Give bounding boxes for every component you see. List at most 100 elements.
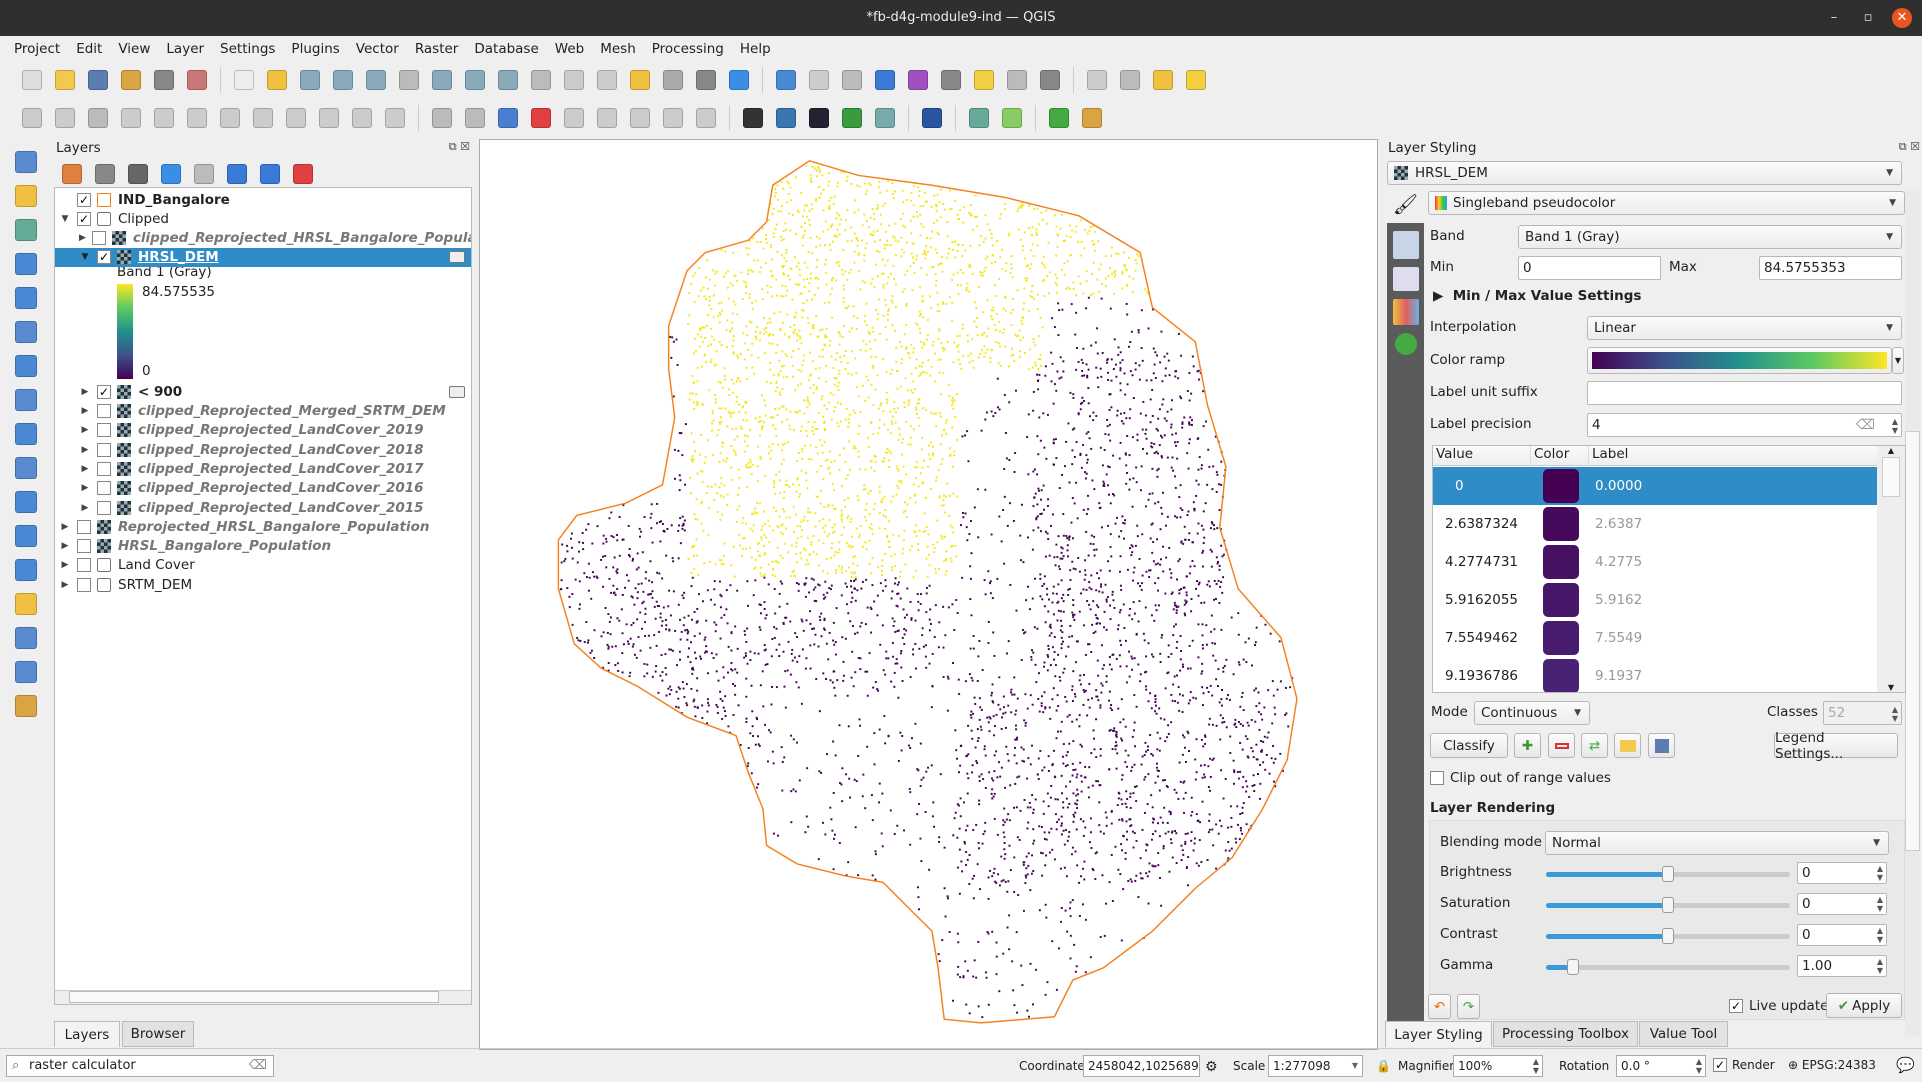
reverse-button[interactable]: ⇄	[1581, 733, 1608, 758]
new-gpkg-button[interactable]	[12, 488, 40, 516]
save-edits-button[interactable]	[84, 104, 112, 132]
qms-button[interactable]	[965, 104, 993, 132]
class-label[interactable]: 4.2775	[1595, 554, 1642, 570]
attribute-table-button[interactable]	[805, 66, 833, 94]
select-location-button[interactable]	[1182, 66, 1210, 94]
layer-row[interactable]: ▶ clipped_Reprojected_HRSL_Bangalore_Popu…	[55, 229, 471, 248]
vertex-tool-button[interactable]	[150, 104, 178, 132]
menu-raster[interactable]: Raster	[407, 41, 467, 57]
new-print-layout-button[interactable]	[117, 66, 145, 94]
layer-row[interactable]: ▶ Land Cover	[55, 556, 471, 575]
layer-visibility-checkbox[interactable]	[97, 404, 111, 418]
table-row[interactable]: 5.9162055 5.9162	[1433, 581, 1877, 619]
table-row[interactable]: 9.1936786 9.1937	[1433, 657, 1877, 692]
slider-handle[interactable]	[1662, 897, 1674, 913]
rotation-spinbox[interactable]: 0.0 ° ▲ ▼	[1616, 1055, 1706, 1077]
menu-help[interactable]: Help	[732, 41, 779, 57]
layer-visibility-checkbox[interactable]	[97, 481, 111, 496]
expand-arrow-icon[interactable]: ▶	[79, 387, 91, 397]
magnifier-spinbox[interactable]: 100% ▲ ▼	[1453, 1055, 1543, 1077]
tab-processing-toolbox[interactable]: Processing Toolbox	[1493, 1021, 1638, 1047]
zoom-last-button[interactable]	[494, 66, 522, 94]
select-by-expression-button[interactable]	[1149, 66, 1177, 94]
class-color-swatch[interactable]	[1543, 659, 1579, 692]
select-features-button[interactable]	[1083, 66, 1111, 94]
add-vector-button[interactable]	[12, 182, 40, 210]
search-plugin-button[interactable]	[1045, 104, 1073, 132]
table-row[interactable]: 0 0.0000	[1433, 467, 1877, 505]
visibility-button[interactable]	[124, 160, 152, 188]
label-move-button[interactable]	[560, 104, 588, 132]
expand-arrow-icon[interactable]: ▶	[79, 406, 91, 416]
layer-visibility-checkbox[interactable]: ✓	[77, 192, 91, 207]
add-raster-button[interactable]	[12, 216, 40, 244]
annotation-button[interactable]	[1003, 66, 1031, 94]
class-color-swatch[interactable]	[1543, 583, 1579, 617]
magic-tool-button[interactable]	[1078, 104, 1106, 132]
clip-out-of-range-checkbox[interactable]: Clip out of range values	[1430, 770, 1611, 786]
class-label[interactable]: 2.6387	[1595, 516, 1642, 532]
zoom-in-button[interactable]	[296, 66, 324, 94]
layer-row[interactable]: ▶ clipped_Reprojected_Merged_SRTM_DEM	[55, 402, 471, 421]
class-label[interactable]: 5.9162	[1595, 592, 1642, 608]
menu-edit[interactable]: Edit	[68, 41, 110, 57]
delete-selected-button[interactable]	[216, 104, 244, 132]
expand-arrow-icon[interactable]: ▶	[79, 425, 91, 435]
expand-arrow-icon[interactable]: ▶	[79, 233, 86, 243]
horizontal-scrollbar[interactable]	[55, 990, 471, 1004]
refresh-button[interactable]	[725, 66, 753, 94]
label-rotate-button[interactable]	[593, 104, 621, 132]
raster-button[interactable]	[998, 104, 1026, 132]
layer-row[interactable]: ▶ clipped_Reprojected_LandCover_2015	[55, 498, 471, 517]
cut-button[interactable]	[249, 104, 277, 132]
identify-button[interactable]	[772, 66, 800, 94]
globe-button[interactable]	[805, 104, 833, 132]
clear-icon[interactable]: ⌫	[249, 1056, 267, 1076]
georeferencer-button[interactable]	[871, 104, 899, 132]
layer-visibility-checkbox[interactable]	[97, 423, 111, 438]
layout-manager-button[interactable]	[150, 66, 178, 94]
header-label[interactable]: Label	[1589, 446, 1628, 465]
renderer-select[interactable]: Singleband pseudocolor ▼	[1428, 191, 1905, 215]
menu-view[interactable]: View	[110, 41, 158, 57]
menu-settings[interactable]: Settings	[212, 41, 283, 57]
expand-arrow-icon[interactable]: ▶	[59, 560, 71, 570]
header-value[interactable]: Value	[1433, 446, 1531, 465]
new-map-view-button[interactable]	[560, 66, 588, 94]
expand-arrow-icon[interactable]: ▶	[59, 580, 71, 590]
zoom-to-layer-button[interactable]	[428, 66, 456, 94]
copy-button[interactable]	[282, 104, 310, 132]
max-input[interactable]: 84.5755353	[1759, 256, 1902, 280]
histogram-tab-icon[interactable]	[1392, 267, 1419, 291]
live-update-checkbox[interactable]: ✓ Live update	[1729, 998, 1828, 1014]
lock-scale-icon[interactable]: 🔒	[1376, 1059, 1391, 1073]
menu-layer[interactable]: Layer	[158, 41, 212, 57]
add-spatialite-button[interactable]	[12, 284, 40, 312]
add-postgis-button[interactable]	[12, 318, 40, 346]
digitize-button[interactable]	[117, 104, 145, 132]
slider-handle[interactable]	[1566, 959, 1579, 975]
new-shapefile-button[interactable]	[12, 522, 40, 550]
map-canvas[interactable]	[479, 139, 1378, 1050]
zoom-full-button[interactable]	[362, 66, 390, 94]
zoom-native-button[interactable]	[461, 66, 489, 94]
paintbrush-icon[interactable]: 🖌	[1387, 192, 1424, 222]
class-value[interactable]: 5.9162055	[1445, 592, 1518, 608]
add-mesh-button[interactable]	[12, 658, 40, 686]
layer-row[interactable]: ▼ ✓ HRSL_DEM	[55, 247, 471, 267]
class-value[interactable]: 4.2774731	[1445, 554, 1518, 570]
help-button[interactable]	[918, 104, 946, 132]
processing-toolbox-button[interactable]	[871, 66, 899, 94]
slider-handle[interactable]	[1662, 928, 1674, 944]
legend-settings-button[interactable]: Legend Settings...	[1774, 730, 1898, 762]
label-properties-button[interactable]	[692, 104, 720, 132]
coordinate-input[interactable]: 2458042,1025689	[1083, 1055, 1200, 1077]
zoom-to-selection-button[interactable]	[395, 66, 423, 94]
minimize-button[interactable]: –	[1824, 8, 1844, 28]
layer-visibility-checkbox[interactable]: ✓	[97, 250, 111, 265]
new-project-button[interactable]	[18, 66, 46, 94]
layer-row[interactable]: ▶ clipped_Reprojected_LandCover_2016	[55, 479, 471, 498]
expand-all-button[interactable]	[223, 160, 251, 188]
undo-button[interactable]	[348, 104, 376, 132]
class-value[interactable]: 2.6387324	[1445, 516, 1518, 532]
